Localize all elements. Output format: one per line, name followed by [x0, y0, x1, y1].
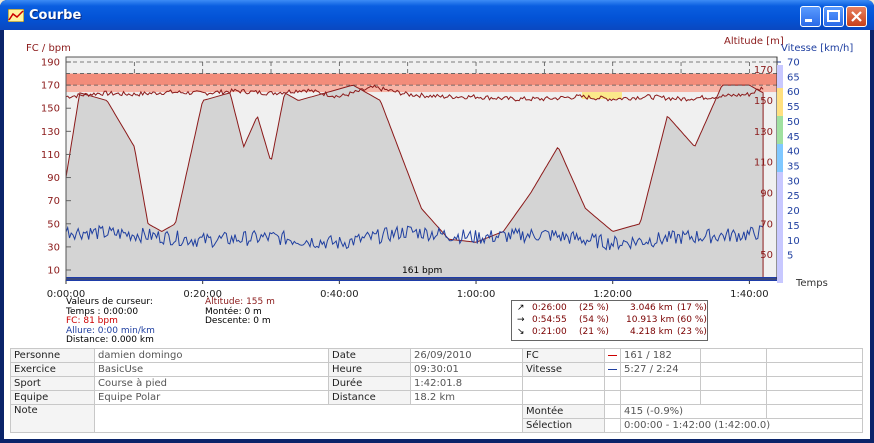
speed-value: 5:27 / 2:24	[620, 362, 701, 377]
duration-value: 1:42:01.8	[410, 376, 523, 391]
app-window: Courbe FC / bpm Altitude [m] Vitesse [km…	[0, 0, 874, 443]
speed-tick-label: 60	[787, 87, 800, 98]
hr-axis-label: FC / bpm	[26, 43, 71, 54]
cursor-distance: Distance: 0.000 km	[66, 335, 154, 346]
minimize-icon	[805, 19, 812, 22]
speed-axis-label: Vitesse [km/h]	[781, 43, 853, 54]
date-value: 26/09/2010	[410, 348, 523, 363]
hr-tick-label: 110	[41, 150, 60, 161]
speed-tick-label: 5	[787, 251, 793, 262]
close-icon	[851, 11, 862, 22]
hr-tick-label: 50	[47, 219, 60, 230]
cursor-descent: Descente: 0 m	[205, 316, 271, 327]
speed-legend-line	[604, 362, 621, 377]
altitude-tick-label: 110	[754, 158, 773, 169]
minimize-button[interactable]	[800, 6, 821, 27]
team-value: Equipe Polar	[94, 390, 329, 405]
hr-value: 161 / 182	[620, 348, 701, 363]
altitude-tick-label: 150	[754, 96, 773, 107]
arrow-up-icon: ↗	[517, 303, 525, 313]
speed-tick-label: 50	[787, 117, 800, 128]
hr-tick-label: 90	[47, 173, 60, 184]
stats-row-down: ↘ 0:21:00 (21 %) 4.218 km (23 %)	[517, 327, 707, 337]
hr-tick-label: 10	[47, 266, 60, 277]
speed-tick-label: 25	[787, 191, 800, 202]
speed-tick-label: 20	[787, 206, 800, 217]
window-title: Courbe	[29, 8, 82, 23]
time-tick-label: 1:40:00	[730, 289, 769, 300]
speed-tick-label: 65	[787, 72, 800, 83]
exercise-value: BasicUse	[94, 362, 329, 377]
speed-tick-label: 55	[787, 102, 800, 113]
hr-legend-line	[604, 348, 621, 363]
speed-tick-label: 30	[787, 176, 800, 187]
maximize-button[interactable]	[823, 6, 844, 27]
stats-row-up: ↗ 0:26:00 (25 %) 3.046 km (17 %)	[517, 303, 707, 313]
hr-tick-label: 170	[41, 81, 60, 92]
time-tick-label: 1:00:00	[457, 289, 496, 300]
hr-tick-label: 30	[47, 242, 60, 253]
altitude-tick-label: 70	[760, 219, 773, 230]
maximize-icon	[827, 10, 840, 22]
arrow-right-icon: →	[517, 315, 525, 325]
speed-tick-label: 45	[787, 132, 800, 143]
x-axis-label: Temps	[795, 278, 828, 289]
title-bar[interactable]: Courbe	[0, 0, 874, 30]
person-value: damien domingo	[94, 348, 329, 363]
ascent-value: 415 (-0.9%)	[620, 404, 767, 419]
speed-tick-label: 40	[787, 147, 800, 158]
chart-app-icon	[8, 9, 24, 22]
close-button[interactable]	[846, 6, 867, 27]
hr-tick-label: 70	[47, 196, 60, 207]
speed-tick-label: 15	[787, 221, 800, 232]
hr-zone-red	[66, 73, 777, 86]
altitude-tick-label: 170	[754, 65, 773, 76]
slope-stats-box: ↗ 0:26:00 (25 %) 3.046 km (17 %) → 0:54:…	[511, 300, 708, 341]
time-tick-label: 1:20:00	[593, 289, 632, 300]
speed-tick-label: 10	[787, 236, 800, 247]
stats-row-flat: → 0:54:55 (54 %) 10.913 km (60 %)	[517, 315, 707, 325]
time-tick-label: 0:40:00	[320, 289, 359, 300]
altitude-tick-label: 90	[760, 188, 773, 199]
cursor-altitude-panel: Altitude: 155 m Montée: 0 m Descente: 0 …	[205, 297, 275, 327]
session-info-table: Personne damien domingo Date 26/09/2010 …	[10, 348, 863, 433]
altitude-tick-label: 50	[760, 250, 773, 261]
time-value: 09:30:01	[410, 362, 523, 377]
window-client: FC / bpm Altitude [m] Vitesse [km/h] Tem…	[4, 30, 870, 439]
selection-value: 0:00:00 - 1:42:00 (1:42:00.0)	[620, 418, 863, 433]
altitude-tick-label: 130	[754, 127, 773, 138]
speed-tick-label: 35	[787, 162, 800, 173]
arrow-down-icon: ↘	[517, 327, 525, 337]
hr-tick-label: 130	[41, 127, 60, 138]
hr-zone-light	[66, 85, 777, 93]
distance-value: 18.2 km	[410, 390, 523, 405]
altitude-axis-label: Altitude [m]	[724, 36, 784, 47]
note-field[interactable]	[94, 404, 523, 433]
sport-value: Course à pied	[94, 376, 329, 391]
cursor-values-panel: Valeurs de curseur: Temps : 0:00:00 FC: …	[66, 297, 155, 346]
hr-tick-label: 150	[41, 104, 60, 115]
hr-tick-label: 190	[41, 58, 60, 69]
speed-tick-label: 70	[787, 58, 800, 69]
cursor-hr-value: 161 bpm	[402, 266, 442, 276]
